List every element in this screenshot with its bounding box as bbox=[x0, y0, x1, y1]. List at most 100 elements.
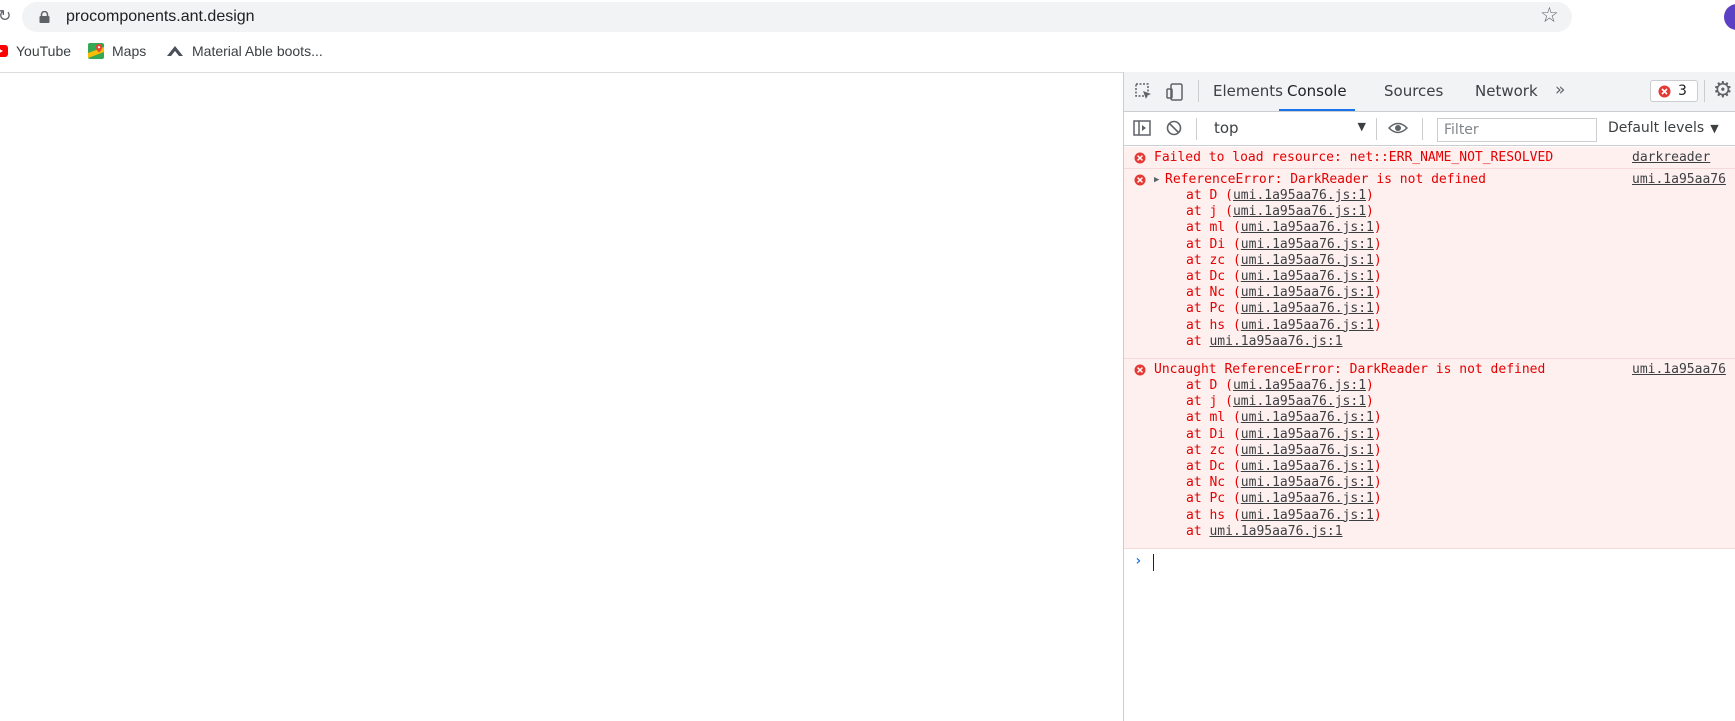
stack-frame-link[interactable]: umi.1a95aa76.js:1 bbox=[1241, 491, 1374, 506]
expand-triangle-icon[interactable]: ▶ bbox=[1154, 171, 1159, 189]
stack-frame: at Di (umi.1a95aa76.js:1) bbox=[1186, 426, 1382, 442]
error-source-link[interactable]: umi.1a95aa76 bbox=[1632, 362, 1726, 377]
stack-frame-link[interactable]: umi.1a95aa76.js:1 bbox=[1241, 443, 1374, 458]
clear-console-icon[interactable] bbox=[1166, 120, 1182, 136]
live-expression-eye-icon[interactable] bbox=[1388, 122, 1408, 134]
console-output: Failed to load resource: net::ERR_NAME_N… bbox=[1124, 147, 1735, 571]
bookmark-label: Maps bbox=[112, 43, 147, 59]
toolbar-divider bbox=[1376, 118, 1377, 140]
error-message-text: Uncaught ReferenceError: DarkReader is n… bbox=[1154, 362, 1546, 377]
tab-network[interactable]: Network bbox=[1475, 72, 1538, 111]
bookmark-label: YouTube bbox=[16, 43, 72, 59]
stack-frame-link[interactable]: umi.1a95aa76.js:1 bbox=[1241, 459, 1374, 474]
tab-sources[interactable]: Sources bbox=[1384, 72, 1443, 111]
stack-frame-link[interactable]: umi.1a95aa76.js:1 bbox=[1233, 378, 1366, 393]
stack-frame-link[interactable]: umi.1a95aa76.js:1 bbox=[1233, 188, 1366, 203]
bookmark-maps[interactable]: Maps bbox=[88, 40, 146, 62]
text-cursor bbox=[1153, 554, 1154, 571]
log-levels-dropdown[interactable]: Default levels ▼ bbox=[1608, 120, 1719, 136]
lock-icon bbox=[39, 11, 50, 23]
error-message-text: Failed to load resource: net::ERR_NAME_N… bbox=[1154, 150, 1554, 165]
stack-frame: at hs (umi.1a95aa76.js:1) bbox=[1186, 317, 1382, 333]
stack-frame-link[interactable]: umi.1a95aa76.js:1 bbox=[1241, 301, 1374, 316]
stack-frame-link[interactable]: umi.1a95aa76.js:1 bbox=[1241, 475, 1374, 490]
console-prompt[interactable]: › bbox=[1124, 552, 1735, 574]
tab-divider bbox=[1704, 80, 1705, 102]
toolbar-divider bbox=[1196, 118, 1197, 140]
context-selector[interactable]: top ▼ bbox=[1214, 119, 1370, 139]
url-text[interactable]: procomponents.ant.design bbox=[66, 8, 255, 26]
inspect-element-icon[interactable] bbox=[1135, 83, 1153, 101]
address-bar[interactable]: procomponents.ant.design ☆ bbox=[22, 2, 1572, 32]
settings-gear-icon[interactable]: ⚙ bbox=[1713, 80, 1733, 102]
stack-frame: at Pc (umi.1a95aa76.js:1) bbox=[1186, 491, 1382, 507]
log-levels-label: Default levels bbox=[1608, 120, 1705, 136]
stack-frame: at umi.1a95aa76.js:1 bbox=[1186, 523, 1343, 539]
stack-frame-link[interactable]: umi.1a95aa76.js:1 bbox=[1241, 253, 1374, 268]
error-count: 3 bbox=[1678, 83, 1687, 99]
stack-frame: at D (umi.1a95aa76.js:1) bbox=[1186, 378, 1374, 393]
stack-frame-link[interactable]: umi.1a95aa76.js:1 bbox=[1241, 220, 1374, 235]
stack-frame-link[interactable]: umi.1a95aa76.js:1 bbox=[1241, 237, 1374, 252]
tab-elements[interactable]: Elements bbox=[1213, 72, 1283, 111]
tab-divider bbox=[1198, 80, 1199, 102]
stack-frame: at Dc (umi.1a95aa76.js:1) bbox=[1186, 269, 1382, 284]
console-error-message: Failed to load resource: net::ERR_NAME_N… bbox=[1124, 147, 1735, 169]
error-count-badge[interactable]: 3 bbox=[1650, 80, 1698, 102]
stack-frame: at ml (umi.1a95aa76.js:1) bbox=[1186, 220, 1382, 236]
stack-frame-link[interactable]: umi.1a95aa76.js:1 bbox=[1233, 204, 1366, 219]
bookmark-label: Material Able boots... bbox=[192, 43, 323, 59]
context-value: top bbox=[1214, 119, 1239, 137]
stack-frame: at Pc (umi.1a95aa76.js:1) bbox=[1186, 301, 1382, 317]
console-filter-input[interactable] bbox=[1437, 118, 1597, 142]
material-able-icon bbox=[167, 46, 183, 56]
error-icon bbox=[1134, 174, 1146, 190]
stack-frame-link[interactable]: umi.1a95aa76.js:1 bbox=[1209, 524, 1342, 539]
bookmark-material-able[interactable]: Material Able boots... bbox=[166, 40, 323, 62]
stack-frame-link[interactable]: umi.1a95aa76.js:1 bbox=[1233, 394, 1366, 409]
console-error-message: Uncaught ReferenceError: DarkReader is n… bbox=[1124, 359, 1735, 549]
stack-frame-link[interactable]: umi.1a95aa76.js:1 bbox=[1241, 285, 1374, 300]
stack-frame-link[interactable]: umi.1a95aa76.js:1 bbox=[1241, 269, 1374, 284]
stack-frame: at D (umi.1a95aa76.js:1) bbox=[1186, 188, 1374, 203]
more-tabs-icon[interactable]: » bbox=[1555, 80, 1565, 100]
stack-frame: at zc (umi.1a95aa76.js:1) bbox=[1186, 252, 1382, 268]
bookmark-youtube[interactable]: YouTube bbox=[0, 40, 71, 62]
stack-frame-link[interactable]: umi.1a95aa76.js:1 bbox=[1241, 508, 1374, 523]
device-toggle-icon[interactable] bbox=[1166, 83, 1184, 101]
youtube-icon bbox=[0, 45, 8, 57]
stack-frame-link[interactable]: umi.1a95aa76.js:1 bbox=[1241, 410, 1374, 425]
error-source-link[interactable]: umi.1a95aa76 bbox=[1632, 172, 1726, 187]
stack-frame: at umi.1a95aa76.js:1 bbox=[1186, 333, 1343, 349]
stack-frame-link[interactable]: umi.1a95aa76.js:1 bbox=[1241, 318, 1374, 333]
stack-frame: at Dc (umi.1a95aa76.js:1) bbox=[1186, 459, 1382, 474]
maps-icon bbox=[88, 43, 104, 59]
console-toolbar: top ▼ Default levels ▼ bbox=[1124, 112, 1735, 146]
stack-frame-link[interactable]: umi.1a95aa76.js:1 bbox=[1209, 334, 1342, 349]
stack-frame: at Di (umi.1a95aa76.js:1) bbox=[1186, 236, 1382, 252]
error-icon bbox=[1658, 85, 1671, 98]
dropdown-arrow-icon: ▼ bbox=[1710, 122, 1719, 135]
stack-frame: at Nc (umi.1a95aa76.js:1) bbox=[1186, 285, 1382, 301]
stack-frame: at j (umi.1a95aa76.js:1) bbox=[1186, 204, 1374, 220]
browser-toolbar: ↻ procomponents.ant.design ☆ YouTube Map… bbox=[0, 0, 1735, 73]
devtools-tab-bar: Elements Console Sources Network » 3 ⚙ bbox=[1124, 72, 1735, 112]
toolbar-divider bbox=[1422, 118, 1423, 140]
stack-frame: at hs (umi.1a95aa76.js:1) bbox=[1186, 507, 1382, 523]
show-sidebar-icon[interactable] bbox=[1133, 120, 1151, 136]
tab-console[interactable]: Console bbox=[1279, 72, 1355, 111]
error-icon bbox=[1134, 152, 1146, 168]
profile-avatar[interactable] bbox=[1724, 4, 1735, 30]
error-source-link[interactable]: darkreader bbox=[1632, 150, 1710, 165]
devtools-panel: Elements Console Sources Network » 3 ⚙ t… bbox=[1123, 72, 1735, 721]
stack-frame: at j (umi.1a95aa76.js:1) bbox=[1186, 394, 1374, 410]
error-message-text: ReferenceError: DarkReader is not define… bbox=[1165, 172, 1486, 187]
bookmark-star-icon[interactable]: ☆ bbox=[1540, 5, 1559, 27]
stack-frame: at zc (umi.1a95aa76.js:1) bbox=[1186, 442, 1382, 458]
stack-frame-link[interactable]: umi.1a95aa76.js:1 bbox=[1241, 427, 1374, 442]
console-error-message: ▶ ReferenceError: DarkReader is not defin… bbox=[1124, 169, 1735, 359]
stack-frame: at Nc (umi.1a95aa76.js:1) bbox=[1186, 475, 1382, 491]
dropdown-arrow-icon: ▼ bbox=[1357, 120, 1366, 133]
error-icon bbox=[1134, 364, 1146, 380]
reload-icon[interactable]: ↻ bbox=[0, 6, 11, 26]
